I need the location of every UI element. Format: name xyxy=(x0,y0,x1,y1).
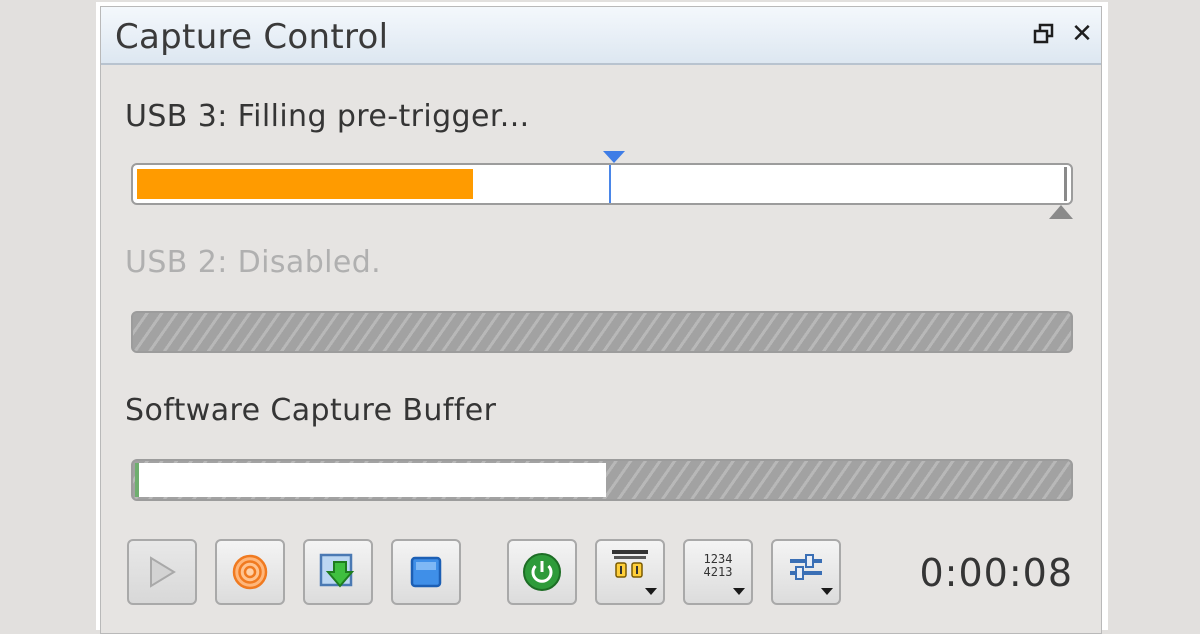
usb2-status-label: USB 2: Disabled. xyxy=(125,245,382,280)
panel-body: Capture Control ✕ USB 3: Filling pre-tri… xyxy=(100,6,1102,634)
play-icon xyxy=(150,556,176,588)
numbers-icon: 1234 4213 xyxy=(704,553,733,579)
numbers-bottom: 4213 xyxy=(703,565,733,579)
title-bar[interactable]: Capture Control ✕ xyxy=(101,7,1101,65)
close-icon: ✕ xyxy=(1071,19,1093,49)
restore-window-button[interactable] xyxy=(1031,19,1057,49)
software-buffer-bar xyxy=(131,459,1073,501)
download-arrow-icon xyxy=(319,553,355,588)
chevron-down-icon xyxy=(821,588,833,595)
settings-button[interactable] xyxy=(771,539,841,605)
display-format-button[interactable]: 1234 4213 xyxy=(683,539,753,605)
trigger-position-marker[interactable] xyxy=(603,151,625,163)
capture-control-panel: Capture Control ✕ USB 3: Filling pre-tri… xyxy=(96,2,1108,634)
usb3-buffer-fill xyxy=(137,169,473,199)
software-buffer-label: Software Capture Buffer xyxy=(125,393,497,428)
chevron-down-icon xyxy=(733,588,745,595)
usb3-status-label: USB 3: Filling pre-trigger... xyxy=(125,99,530,134)
play-button[interactable] xyxy=(127,539,197,605)
window-title: Capture Control xyxy=(115,17,389,57)
save-capture-button[interactable] xyxy=(303,539,373,605)
chevron-down-icon xyxy=(645,588,657,595)
close-window-button[interactable]: ✕ xyxy=(1069,19,1095,49)
trigger-icon xyxy=(612,550,648,578)
trigger-mode-button[interactable] xyxy=(595,539,665,605)
stop-button[interactable] xyxy=(391,539,461,605)
software-buffer-free xyxy=(135,463,606,497)
record-button[interactable] xyxy=(215,539,285,605)
target-icon xyxy=(232,554,268,590)
usb3-buffer-bar xyxy=(131,163,1073,205)
sliders-icon xyxy=(790,554,822,580)
elapsed-time: 0:00:08 xyxy=(919,551,1073,595)
usb2-buffer-bar xyxy=(131,311,1073,353)
buffer-end-tick xyxy=(1064,167,1067,201)
trigger-line xyxy=(609,165,611,203)
buffer-end-marker[interactable] xyxy=(1049,205,1073,219)
restore-icon xyxy=(1033,23,1054,44)
stop-icon xyxy=(410,556,442,588)
power-icon xyxy=(523,553,561,591)
power-button[interactable] xyxy=(507,539,577,605)
